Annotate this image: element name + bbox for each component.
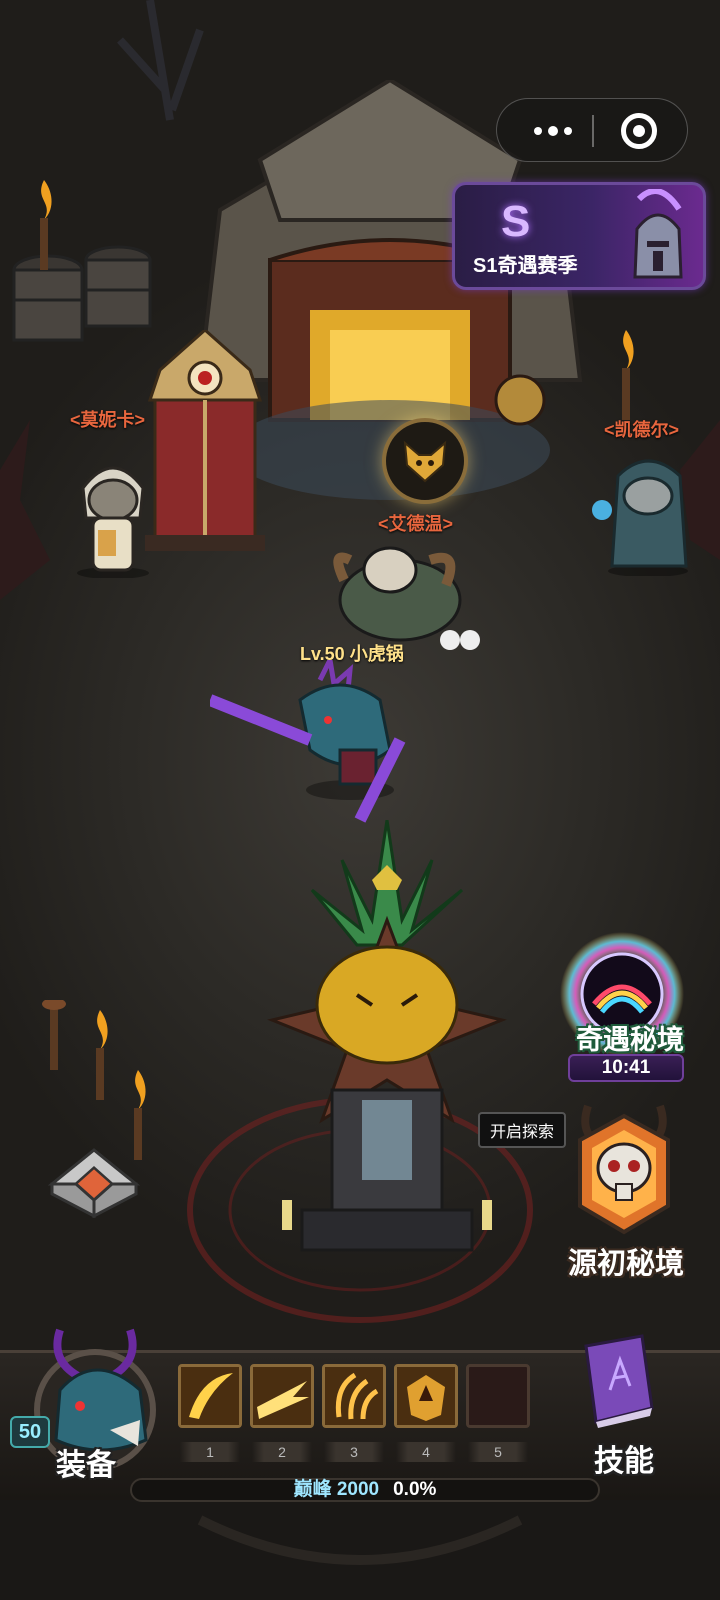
- npc-kedel[interactable]: [588, 446, 698, 576]
- torch-icon: [40, 180, 52, 270]
- season-title: S1奇遇赛季: [473, 255, 578, 277]
- npc-name-monica: <莫妮卡>: [70, 410, 146, 430]
- target-close-icon[interactable]: [621, 113, 657, 149]
- npc-monica[interactable]: [68, 448, 158, 578]
- player-dragon-hero[interactable]: [210, 660, 450, 830]
- skill-slot-number: 5: [468, 1442, 528, 1462]
- miniprogram-capsule: [496, 98, 688, 162]
- claw-skill-icon: [325, 1367, 383, 1425]
- secret-realm-timer: 10:41: [568, 1054, 684, 1082]
- skill-slot-2[interactable]: [250, 1364, 314, 1428]
- ram-companion[interactable]: [310, 530, 480, 650]
- skill-slot-number: 1: [180, 1442, 240, 1462]
- fox-head-icon: [403, 440, 447, 483]
- rank-emblem-icon[interactable]: [48, 1148, 140, 1218]
- npc-name-kedel: <凯德尔>: [604, 420, 680, 440]
- dash-skill-icon: [253, 1367, 311, 1425]
- torch-icon: [96, 1010, 108, 1100]
- demon-mask-skill-icon: [397, 1367, 455, 1425]
- torch-icon: [134, 1070, 146, 1160]
- skill-slot-number: 2: [252, 1442, 312, 1462]
- npc-edwin-badge[interactable]: [382, 418, 468, 504]
- skill-slot-5[interactable]: [466, 1364, 530, 1428]
- eye-cabinet[interactable]: [140, 330, 270, 560]
- skill-slot-1[interactable]: [178, 1364, 242, 1428]
- origin-realm-label[interactable]: 源初秘境: [556, 1240, 696, 1282]
- skill-book-icon[interactable]: [572, 1330, 662, 1430]
- more-dots-icon[interactable]: [521, 99, 585, 163]
- season-banner[interactable]: S S1奇遇赛季: [452, 182, 706, 290]
- season-logo: S: [501, 197, 531, 246]
- capsule-divider: [592, 115, 594, 147]
- hero-level-badge: 50: [10, 1416, 50, 1448]
- explore-tooltip: 开启探索: [478, 1112, 567, 1148]
- skill-slot-number: 4: [396, 1442, 456, 1462]
- torch-icon: [42, 1000, 66, 1070]
- equip-button-label[interactable]: 装备: [56, 1440, 116, 1484]
- demon-skull-icon[interactable]: [568, 1096, 680, 1236]
- peak-progress-text: 巅峰 2000 0.0%: [130, 1478, 600, 1502]
- knight-helmet-icon: [633, 189, 683, 279]
- pineapple-boss-statue[interactable]: [262, 820, 512, 1260]
- secret-realm-label[interactable]: 奇遇秘境: [560, 1018, 700, 1057]
- skill-slot-4[interactable]: [394, 1364, 458, 1428]
- skill-button-label[interactable]: 技能: [594, 1436, 654, 1480]
- peak-level-label: 巅峰 2000: [293, 1479, 380, 1500]
- skill-slot-number: 3: [324, 1442, 384, 1462]
- skill-slot-3[interactable]: [322, 1364, 386, 1428]
- peak-progress-percent: 0.0%: [393, 1479, 437, 1500]
- torch-icon: [622, 330, 634, 420]
- slash-skill-icon: [181, 1367, 239, 1425]
